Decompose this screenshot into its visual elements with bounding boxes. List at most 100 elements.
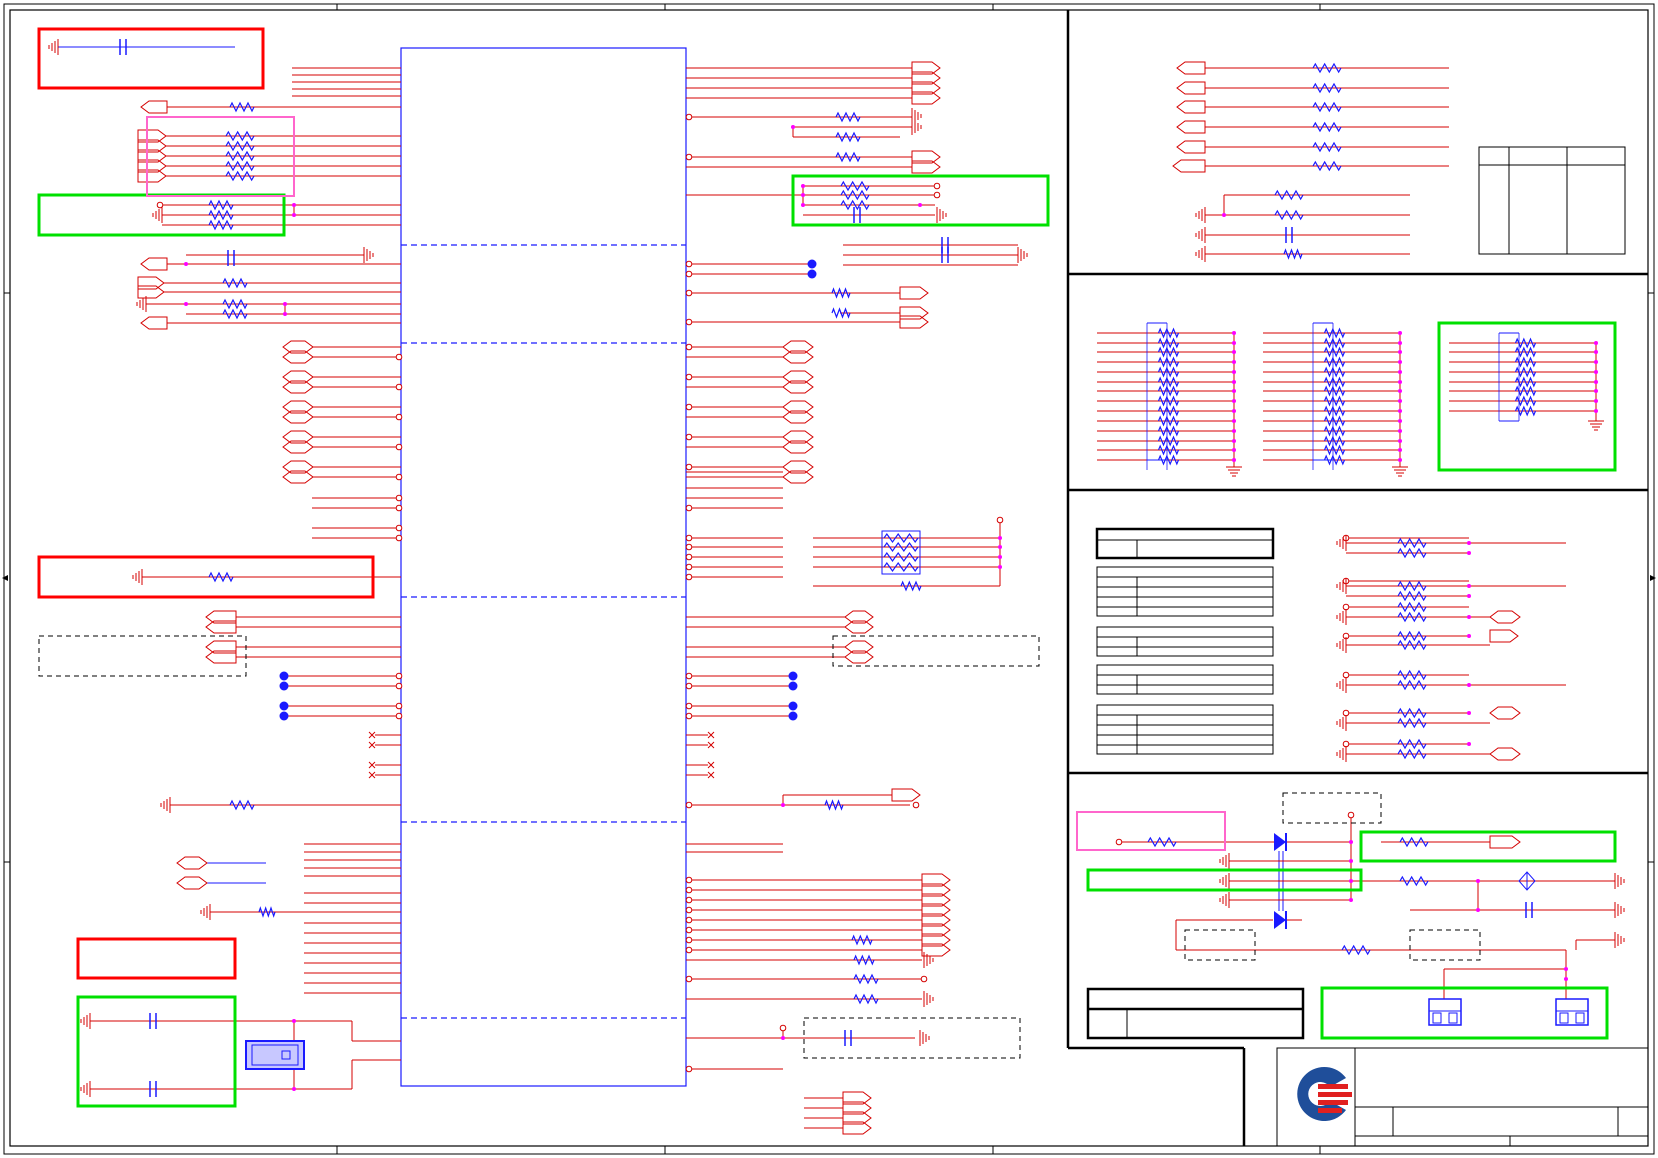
test-point xyxy=(788,711,798,721)
no-connect-mark xyxy=(368,741,376,749)
connector-icon xyxy=(1172,159,1206,173)
arrow-left-marker xyxy=(2,575,8,581)
ground-icon xyxy=(1614,932,1625,948)
pin-circle xyxy=(685,876,693,884)
schematic-sheet xyxy=(0,0,1658,1158)
junction-dot xyxy=(1232,439,1236,443)
junction-dot xyxy=(1398,409,1402,413)
junction-dot xyxy=(283,302,287,306)
ground-icon xyxy=(1017,247,1028,263)
junction-dot xyxy=(1232,389,1236,393)
junction-dot xyxy=(292,203,296,207)
pin-circle xyxy=(779,1024,787,1032)
resistor-icon xyxy=(883,541,919,553)
inner-border xyxy=(9,9,1649,1147)
test-point xyxy=(279,671,289,681)
pin-circle xyxy=(1342,740,1350,748)
junction-dot xyxy=(1398,419,1402,423)
resistor-icon xyxy=(1157,356,1180,368)
resistor-icon xyxy=(840,199,870,211)
pin-circle xyxy=(685,936,693,944)
red-box-3 xyxy=(76,937,237,980)
strap-table-top-right xyxy=(1478,146,1626,255)
ground-icon xyxy=(936,207,947,223)
junction-dot xyxy=(1398,380,1402,384)
pin-circle xyxy=(685,926,693,934)
connector-icon xyxy=(891,788,921,802)
resistor-icon xyxy=(1514,376,1537,388)
resistor-icon xyxy=(1157,425,1180,437)
connector-icon xyxy=(1176,140,1206,154)
pin-circle xyxy=(685,153,693,161)
resistor-icon xyxy=(1514,395,1537,407)
ground-icon xyxy=(80,1081,91,1097)
pin-circle xyxy=(685,318,693,326)
pin-circle xyxy=(395,383,403,391)
junction-dot xyxy=(1476,879,1480,883)
ground-icon xyxy=(1195,227,1206,243)
test-point xyxy=(279,711,289,721)
resistor-icon xyxy=(1397,537,1427,549)
pin-circle xyxy=(685,801,693,809)
resistor-icon xyxy=(1514,337,1537,349)
pin-circle xyxy=(685,712,693,720)
ground-icon xyxy=(911,108,922,124)
connector-icon xyxy=(140,100,168,114)
config-tables xyxy=(1095,527,1275,755)
junction-dot xyxy=(1232,429,1236,433)
resistor-icon xyxy=(1157,327,1180,339)
ground-icon xyxy=(1195,207,1206,223)
resistor-icon xyxy=(853,954,875,966)
pin-circle xyxy=(395,504,403,512)
junction-dot xyxy=(1232,331,1236,335)
connector-icon xyxy=(176,876,208,890)
ground-icon xyxy=(363,247,374,263)
schematic-canvas xyxy=(2,3,1656,1155)
ground-icon xyxy=(1195,246,1206,262)
resistor-icon xyxy=(1397,630,1427,642)
pin-circle xyxy=(685,682,693,690)
connector-icon xyxy=(899,315,929,329)
junction-dot xyxy=(1398,341,1402,345)
junction-dot xyxy=(1232,419,1236,423)
pink-box-2 xyxy=(1076,811,1226,851)
junction-dot xyxy=(998,565,1002,569)
junction-dot xyxy=(781,1036,785,1040)
resistor-icon xyxy=(853,973,879,985)
junction-dot xyxy=(1398,370,1402,374)
ground-icon xyxy=(1336,715,1347,731)
resistor-icon xyxy=(1397,748,1427,760)
pin-circle xyxy=(685,563,693,571)
resistor-icon xyxy=(222,308,248,320)
pin-circle xyxy=(685,553,693,561)
test-point xyxy=(279,701,289,711)
resistor-icon xyxy=(840,189,870,201)
junction-dot xyxy=(998,536,1002,540)
test-point xyxy=(807,269,817,279)
ground-icon xyxy=(1219,892,1230,908)
pin-circle xyxy=(920,975,928,983)
pin-circle xyxy=(912,801,920,809)
no-connect-mark xyxy=(368,771,376,779)
resistor-icon xyxy=(1397,738,1427,750)
junction-dot xyxy=(1467,742,1471,746)
pin-circle xyxy=(933,191,941,199)
resistor-icon xyxy=(1397,601,1427,613)
junction-dot xyxy=(1467,584,1471,588)
pin-circle xyxy=(685,886,693,894)
pin-circle xyxy=(685,113,693,121)
connector-icon xyxy=(1489,747,1521,761)
no-connect-mark xyxy=(707,731,715,739)
pin-circle xyxy=(1115,838,1123,846)
pin-circle xyxy=(685,896,693,904)
junction-dot xyxy=(184,302,188,306)
resistor-icon xyxy=(1514,346,1537,358)
junction-dot xyxy=(1232,458,1236,462)
resistor-icon xyxy=(1323,327,1346,339)
pin-circle xyxy=(1342,709,1350,717)
green-box-5 xyxy=(1359,830,1617,863)
junction-dot xyxy=(1594,409,1598,413)
resistor-icon xyxy=(1341,944,1371,956)
ground-icon xyxy=(1336,609,1347,625)
pin-circle xyxy=(395,682,403,690)
